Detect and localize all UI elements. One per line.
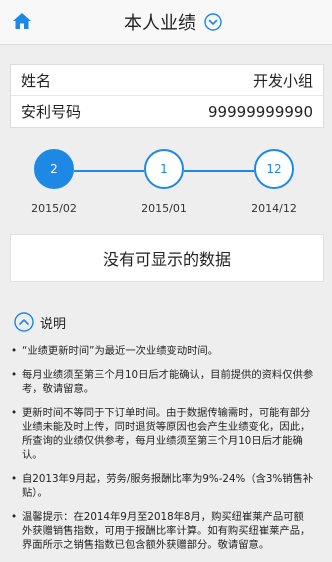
month-date-label: 2014/12: [251, 202, 297, 215]
timeline-connector: [74, 170, 144, 172]
name-row: 姓名 开发小组: [11, 65, 323, 96]
month-date-label: 2015/01: [141, 202, 187, 215]
member-id-row: 安利号码 99999999990: [11, 96, 323, 127]
month-node-number: 2: [50, 162, 58, 176]
member-info-card: 姓名 开发小组 安利号码 99999999990: [10, 64, 324, 128]
empty-state-text: 没有可显示的数据: [102, 250, 231, 269]
note-item: 温馨提示：在2014年9月至2018年8月，购买纽崔莱产品可额外获赠销售指数，可…: [10, 510, 314, 552]
page-title: 本人业绩: [124, 13, 196, 34]
month-date-label: 2015/02: [31, 202, 77, 215]
member-id-label: 安利号码: [21, 103, 82, 121]
chevron-up-circle-icon[interactable]: [14, 312, 34, 332]
month-node-selected[interactable]: 2: [34, 149, 74, 189]
note-item: 自2013年9月起，劳务/服务报酬比率为9%-24%（含3%销售补贴）。: [10, 472, 314, 500]
month-node[interactable]: 12: [254, 149, 294, 189]
note-item: 每月业绩须至第三个月10日后才能确认，目前提供的资料仅供参考，敬请留意。: [10, 368, 314, 396]
title-group[interactable]: 本人业绩: [0, 0, 332, 44]
month-node-number: 12: [266, 162, 282, 176]
name-label: 姓名: [21, 71, 52, 90]
notes-title: 说明: [40, 316, 67, 332]
timeline-connector: [184, 170, 254, 172]
notes-toggle[interactable]: 说明: [14, 312, 66, 332]
month-node[interactable]: 1: [144, 149, 184, 189]
empty-state-panel: 没有可显示的数据: [10, 234, 324, 282]
member-id-value: 99999999990: [208, 102, 313, 121]
notes-list: “业绩更新时间”为最近一次业绩变动时间。 每月业绩须至第三个月10日后才能确认，…: [10, 344, 314, 562]
app-header: 本人业绩: [0, 0, 332, 45]
name-value: 开发小组: [252, 71, 313, 90]
note-item: “业绩更新时间”为最近一次业绩变动时间。: [10, 344, 314, 358]
month-node-number: 1: [160, 162, 168, 176]
chevron-down-circle-icon[interactable]: [204, 13, 222, 31]
note-item: 更新时间不等同于下订单时间。由于数据传输需时，可能有部分业绩未能及时上传，同时退…: [10, 406, 314, 462]
month-timeline: 2 1 12 2015/02 2015/01 2014/12: [0, 146, 332, 222]
